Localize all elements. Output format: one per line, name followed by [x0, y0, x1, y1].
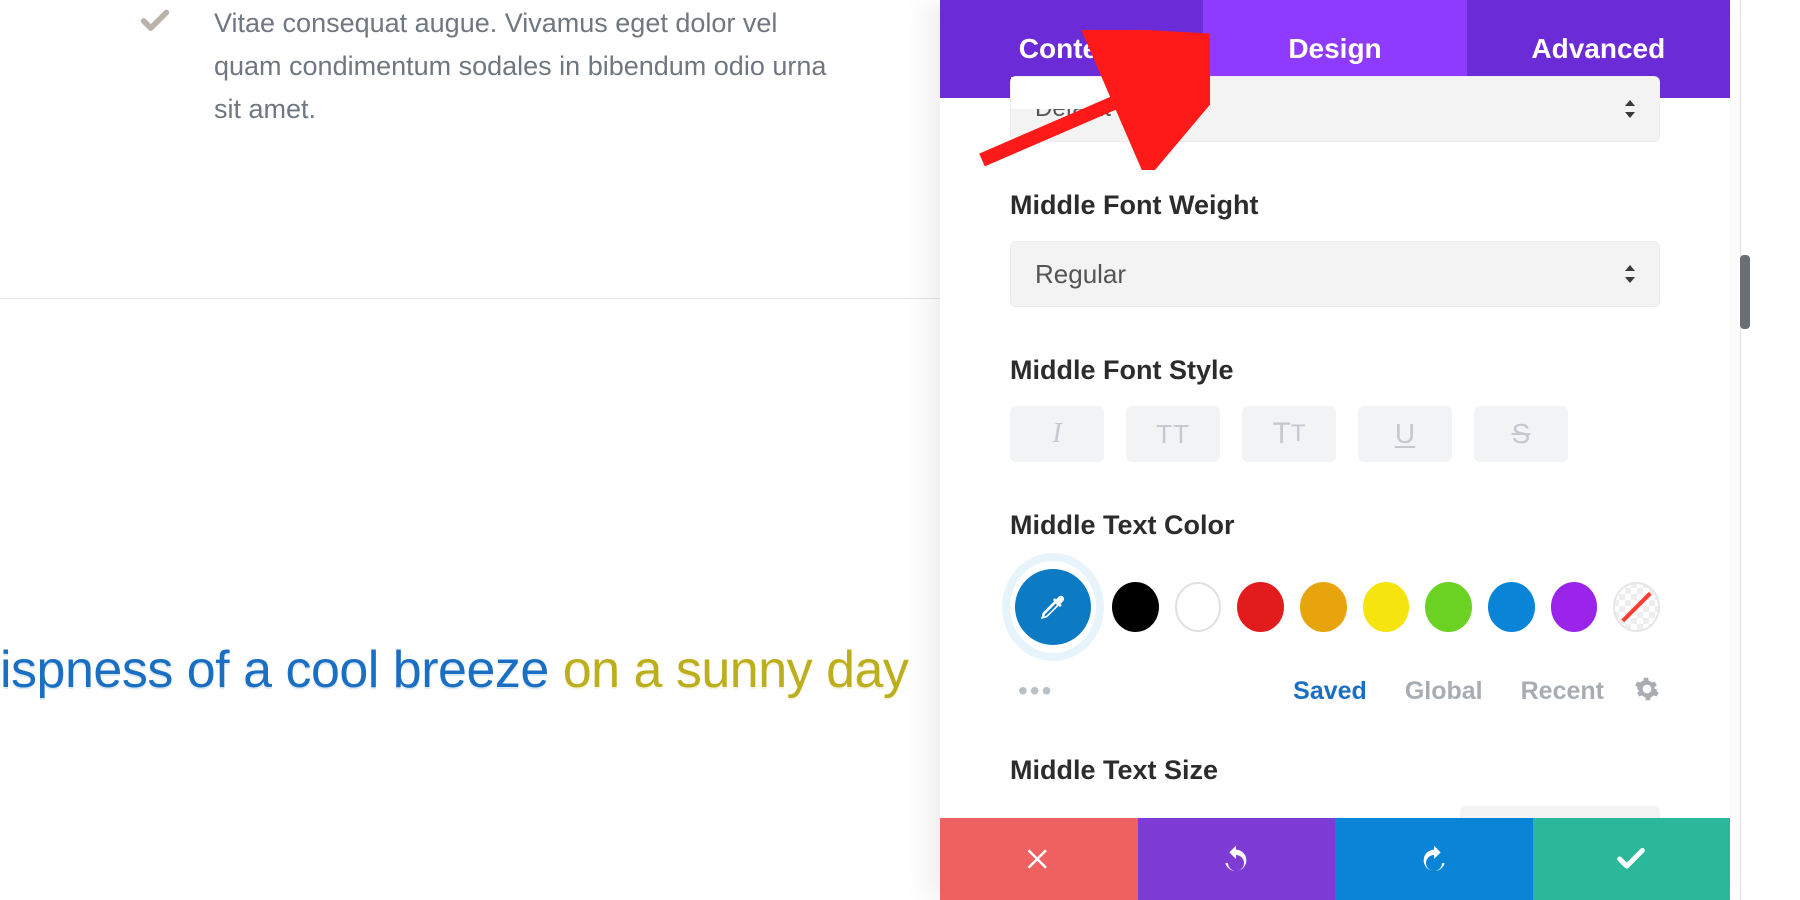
select-font-weight-value: Regular — [1035, 259, 1126, 290]
label-text-size: Middle Text Size — [1010, 755, 1660, 786]
panel-body: Default Middle Font Weight Regular Middl… — [940, 76, 1730, 862]
redo-icon — [1418, 843, 1450, 875]
gutter-edge — [1740, 0, 1741, 900]
cancel-button[interactable] — [940, 818, 1138, 900]
headline-preview: ispness of a cool breeze on a sunny day — [0, 640, 950, 700]
headline-segment-olive: on a sunny day — [549, 641, 909, 699]
viewport-right-gutter — [1740, 0, 1800, 900]
undo-icon — [1220, 843, 1252, 875]
subtab-recent[interactable]: Recent — [1521, 677, 1604, 706]
color-subtabs: ••• Saved Global Recent — [1010, 675, 1660, 707]
color-swatch-purple[interactable] — [1551, 582, 1598, 632]
select-font-weight[interactable]: Regular — [1010, 241, 1660, 307]
color-swatch-none[interactable] — [1613, 582, 1660, 632]
color-swatch-green[interactable] — [1425, 582, 1472, 632]
subtab-saved[interactable]: Saved — [1293, 677, 1367, 706]
headline-segment-blue: ispness of a cool breeze — [0, 641, 549, 699]
panel-action-bar — [940, 818, 1730, 900]
gear-icon[interactable] — [1634, 676, 1660, 707]
check-icon — [1614, 842, 1648, 876]
color-swatch-white[interactable] — [1175, 582, 1222, 632]
italic-glyph: I — [1052, 418, 1061, 450]
style-titlecase-button[interactable]: TT — [1242, 406, 1336, 462]
color-swatch-orange[interactable] — [1300, 582, 1347, 632]
style-strike-button[interactable]: S — [1474, 406, 1568, 462]
more-dots-icon[interactable]: ••• — [1010, 675, 1053, 707]
label-font-style: Middle Font Style — [1010, 355, 1660, 386]
chevron-sort-icon — [1623, 263, 1637, 285]
subtab-global[interactable]: Global — [1405, 677, 1483, 706]
underline-glyph: U — [1395, 418, 1415, 450]
label-font-weight: Middle Font Weight — [1010, 190, 1660, 221]
color-swatch-yellow[interactable] — [1363, 582, 1410, 632]
color-swatches — [1010, 561, 1660, 653]
bullet-list-item: Vitae consequat augue. Vivamus eget dolo… — [138, 2, 838, 132]
eyedropper-button[interactable] — [1015, 569, 1091, 645]
scrollbar-thumb[interactable] — [1740, 255, 1750, 329]
bullet-text: Vitae consequat augue. Vivamus eget dolo… — [214, 2, 838, 132]
close-icon — [1024, 844, 1054, 874]
scroll-cutoff-mask — [1011, 77, 1151, 109]
strike-glyph: S — [1512, 418, 1531, 450]
save-button[interactable] — [1533, 818, 1731, 900]
color-swatch-red[interactable] — [1237, 582, 1284, 632]
style-italic-button[interactable]: I — [1010, 406, 1104, 462]
redo-button[interactable] — [1335, 818, 1533, 900]
titlecase-small-glyph: T — [1291, 420, 1306, 448]
eyedropper-swatch — [1010, 561, 1096, 653]
uppercase-glyph: TT — [1156, 419, 1190, 450]
style-uppercase-button[interactable]: TT — [1126, 406, 1220, 462]
style-underline-button[interactable]: U — [1358, 406, 1452, 462]
check-icon — [138, 4, 172, 43]
previous-field-select[interactable]: Default — [1010, 76, 1660, 142]
color-swatch-blue[interactable] — [1488, 582, 1535, 632]
label-text-color: Middle Text Color — [1010, 510, 1660, 541]
undo-button[interactable] — [1138, 818, 1336, 900]
font-style-buttons: I TT TT U S — [1010, 406, 1660, 462]
chevron-sort-icon — [1623, 98, 1637, 120]
page-preview: Vitae consequat augue. Vivamus eget dolo… — [0, 0, 940, 900]
settings-panel: Content Design Advanced Default Middle F… — [940, 0, 1730, 900]
divider — [0, 298, 940, 299]
color-swatch-black[interactable] — [1112, 582, 1159, 632]
titlecase-big-glyph: T — [1273, 417, 1291, 451]
